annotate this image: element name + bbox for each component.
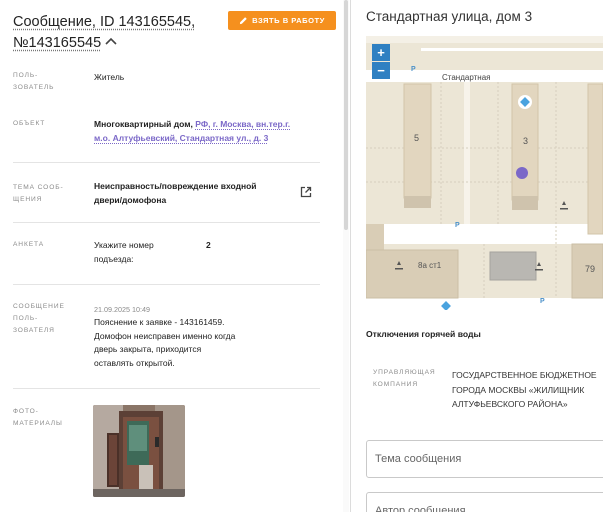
external-link-icon[interactable] xyxy=(300,186,312,198)
message-text: Пояснение к заявке - 143161459. Домофон … xyxy=(94,317,236,368)
street-label: Стандартная xyxy=(442,73,491,82)
take-to-work-label: ВЗЯТЬ В РАБОТУ xyxy=(252,16,325,25)
building-label-79: 79 xyxy=(585,264,596,274)
message-label: СООБЩЕНИЕ ПОЛЬ- ЗОВАТЕЛЯ xyxy=(13,303,65,334)
user-label: ПОЛЬ- ЗОВАТЕЛЬ xyxy=(13,72,55,91)
photos-label: ФОТО- МАТЕРИАЛЫ xyxy=(13,408,63,427)
divider xyxy=(13,284,320,285)
building-label-8a: 8а ст1 xyxy=(418,261,442,270)
door-photo xyxy=(93,405,185,497)
location-marker xyxy=(516,167,528,179)
divider xyxy=(13,162,320,163)
photo-thumbnail[interactable] xyxy=(93,405,185,497)
zoom-in-button[interactable]: + xyxy=(372,44,390,61)
building-label-3: 3 xyxy=(523,136,529,146)
map[interactable]: + − Стандартная P P P 5 3 8а ст1 79 xyxy=(366,36,603,310)
title-id: Сообщение, ID 143165545, xyxy=(13,14,196,30)
parking-icon: P xyxy=(540,298,545,305)
topic-value: Неисправность/повреждение входной двери/д… xyxy=(94,181,257,205)
survey-label: АНКЕТА xyxy=(13,241,45,248)
title-number: №143165545 xyxy=(13,35,102,51)
survey-answer: 2 xyxy=(206,240,211,250)
object-value: Многоквартирный дом, РФ, г. Москва, вн.т… xyxy=(94,119,291,143)
parking-icon: P xyxy=(455,222,460,229)
pencil-icon xyxy=(239,17,247,25)
subject-input[interactable] xyxy=(366,440,603,478)
map-address-title: Стандартная улица, дом 3 xyxy=(366,9,533,24)
take-to-work-button[interactable]: ВЗЯТЬ В РАБОТУ xyxy=(228,11,336,30)
survey-question: Укажите номер подъезда: xyxy=(94,240,154,264)
topic-label: ТЕМА СООБ- ЩЕНИЯ xyxy=(13,184,64,203)
divider xyxy=(13,388,320,389)
author-input[interactable] xyxy=(366,492,603,512)
message-details-panel: Сообщение, ID 143165545, №143165545 ВЗЯТ… xyxy=(0,0,343,512)
hot-water-outage-heading: Отключения горячей воды xyxy=(366,329,481,339)
page-title: Сообщение, ID 143165545, №143165545 xyxy=(13,12,223,54)
map-panel: Стандартная улица, дом 3 + − Стандартная… xyxy=(351,0,603,512)
management-company-label: УПРАВЛЯЮЩАЯ КОМПАНИЯ xyxy=(373,369,436,388)
parking-icon: P xyxy=(411,66,416,73)
user-value: Житель xyxy=(94,72,125,82)
divider xyxy=(13,222,320,223)
zoom-out-button[interactable]: − xyxy=(372,62,390,79)
left-scrollbar-thumb[interactable] xyxy=(344,0,348,230)
building-label-5: 5 xyxy=(414,133,420,143)
chevron-up-icon[interactable] xyxy=(104,36,118,46)
management-company-value: ГОСУДАРСТВЕННОЕ БЮДЖЕТНОЕ ГОРОДА МОСКВЫ … xyxy=(452,370,597,409)
object-label: ОБЪЕКТ xyxy=(13,120,46,127)
message-datetime: 21.09.2025 10:49 xyxy=(94,305,150,314)
